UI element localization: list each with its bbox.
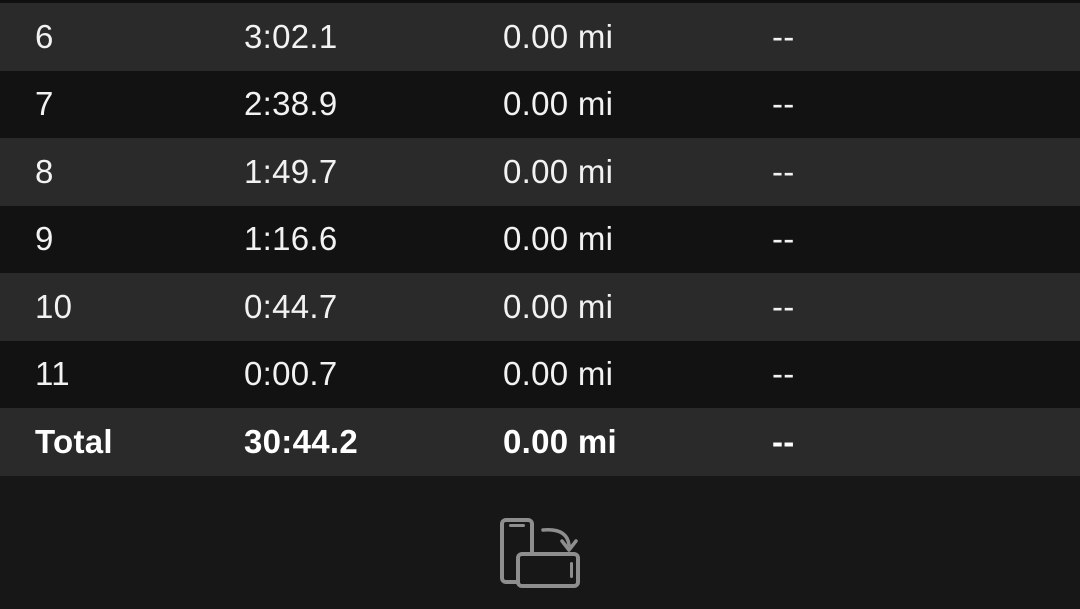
- lap-number: 9: [35, 220, 54, 258]
- lap-pace: --: [772, 287, 795, 325]
- lap-time: 1:49.7: [244, 152, 338, 190]
- lap-distance: 0.00 mi: [503, 17, 614, 55]
- lap-number: 8: [35, 152, 54, 190]
- rotate-device-button[interactable]: [497, 515, 583, 591]
- lap-distance: 0.00 mi: [503, 355, 614, 393]
- lap-time: 3:02.1: [244, 17, 338, 55]
- lap-distance: 0.00 mi: [503, 85, 614, 123]
- table-row: 10 0:44.7 0.00 mi --: [0, 273, 1080, 341]
- table-row: 8 1:49.7 0.00 mi --: [0, 138, 1080, 206]
- total-row: Total 30:44.2 0.00 mi --: [0, 408, 1080, 476]
- lap-pace: --: [772, 85, 795, 123]
- rotate-device-icon: [500, 518, 580, 588]
- lap-pace: --: [772, 355, 795, 393]
- lap-number: 10: [35, 287, 73, 325]
- lap-distance: 0.00 mi: [503, 287, 614, 325]
- lap-pace: --: [772, 220, 795, 258]
- table-row: 9 1:16.6 0.00 mi --: [0, 205, 1080, 273]
- table-row: 11 0:00.7 0.00 mi --: [0, 340, 1080, 408]
- lap-pace: --: [772, 152, 795, 190]
- lap-pace: --: [772, 17, 795, 55]
- laps-screen: 6 3:02.1 0.00 mi -- 7 2:38.9 0.00 mi -- …: [0, 0, 1080, 609]
- total-distance: 0.00 mi: [503, 422, 618, 460]
- table-row: 7 2:38.9 0.00 mi --: [0, 70, 1080, 138]
- laps-table: 6 3:02.1 0.00 mi -- 7 2:38.9 0.00 mi -- …: [0, 3, 1080, 476]
- lap-number: 7: [35, 85, 54, 123]
- total-label: Total: [35, 422, 113, 460]
- lap-distance: 0.00 mi: [503, 220, 614, 258]
- lap-number: 6: [35, 17, 54, 55]
- lap-distance: 0.00 mi: [503, 152, 614, 190]
- total-pace: --: [772, 422, 795, 460]
- lap-time: 0:00.7: [244, 355, 338, 393]
- lap-number: 11: [35, 355, 70, 393]
- lap-time: 2:38.9: [244, 85, 338, 123]
- lap-time: 1:16.6: [244, 220, 338, 258]
- lap-time: 0:44.7: [244, 287, 338, 325]
- table-row: 6 3:02.1 0.00 mi --: [0, 3, 1080, 71]
- total-time: 30:44.2: [244, 422, 359, 460]
